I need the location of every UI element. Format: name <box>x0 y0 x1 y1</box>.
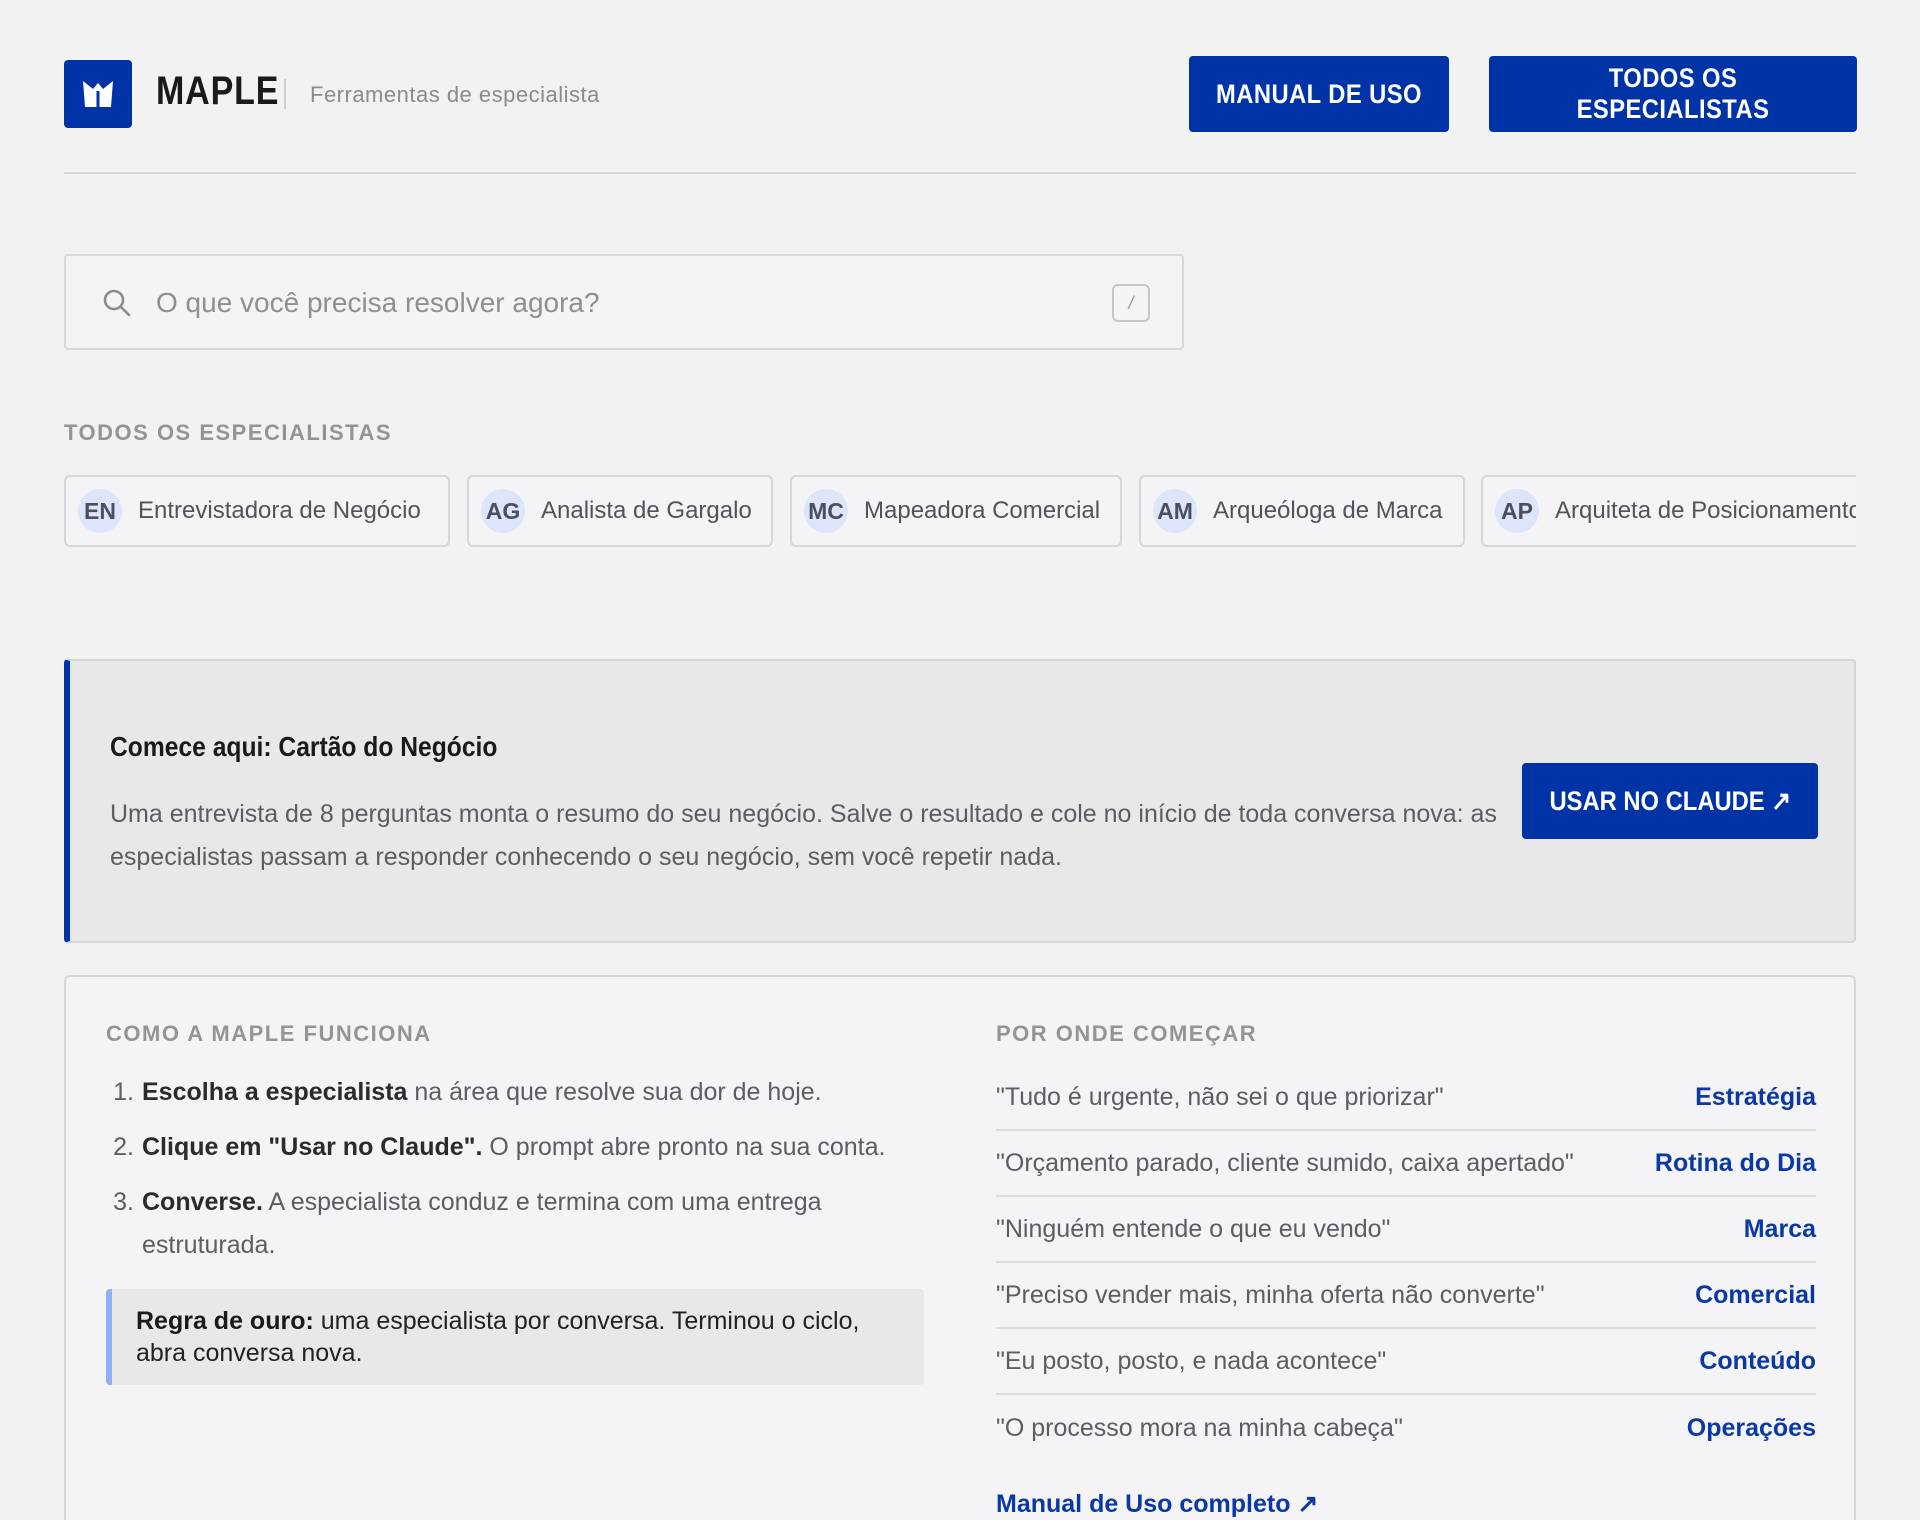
brand-divider <box>284 79 286 109</box>
start-card-title: Comece aqui: Cartão do Negócio <box>110 731 498 762</box>
manual-button-label: MANUAL DE USO <box>1216 78 1422 109</box>
problem-quote: "Tudo é urgente, não sei o que priorizar… <box>996 1082 1444 1111</box>
step-number: 2. <box>113 1133 134 1161</box>
use-in-claude-button[interactable]: USAR NO CLAUDE ↗ <box>1522 763 1818 839</box>
use-in-claude-label: USAR NO CLAUDE ↗ <box>1549 785 1791 816</box>
search-shortcut-key: / <box>1112 284 1150 322</box>
specialist-chip[interactable]: AG Analista de Gargalo <box>467 475 773 547</box>
step-item: 2. Clique em "Usar no Claude". O prompt … <box>106 1126 886 1169</box>
specialist-avatar: AM <box>1153 489 1197 533</box>
problem-row[interactable]: "Tudo é urgente, não sei o que priorizar… <box>996 1065 1816 1131</box>
specialist-name: Arqueóloga de Marca <box>1213 497 1443 524</box>
start-card: Comece aqui: Cartão do Negócio Uma entre… <box>64 659 1856 943</box>
specialist-avatar: MC <box>804 489 848 533</box>
specialist-chip[interactable]: AP Arquiteta de Posicionamento <box>1481 475 1856 547</box>
full-manual-link[interactable]: Manual de Uso completo ↗ <box>996 1489 1318 1519</box>
specialist-name: Entrevistadora de Negócio <box>138 497 421 524</box>
step-text: Clique em "Usar no Claude". O prompt abr… <box>142 1133 886 1161</box>
manual-button[interactable]: MANUAL DE USO <box>1189 56 1449 132</box>
problem-area-link[interactable]: Operações <box>1687 1414 1816 1443</box>
how-it-works-label: COMO A MAPLE FUNCIONA <box>106 1021 432 1046</box>
header: MAPLE Ferramentas de especialista MANUAL… <box>64 55 1857 133</box>
specialist-name: Arquiteta de Posicionamento <box>1555 497 1856 524</box>
specialist-name: Analista de Gargalo <box>541 497 752 524</box>
all-specialists-button[interactable]: TODOS OS ESPECIALISTAS <box>1489 56 1857 132</box>
specialist-avatar: AP <box>1495 489 1539 533</box>
problem-quote: "Orçamento parado, cliente sumido, caixa… <box>996 1148 1574 1177</box>
step-text: Escolha a especialista na área que resol… <box>142 1078 822 1106</box>
steps-list: 1. Escolha a especialista na área que re… <box>106 1071 886 1279</box>
problem-row[interactable]: "Orçamento parado, cliente sumido, caixa… <box>996 1131 1816 1197</box>
where-to-start-list: "Tudo é urgente, não sei o que priorizar… <box>996 1065 1816 1461</box>
golden-rule-title: Regra de ouro: <box>136 1307 314 1335</box>
problem-row[interactable]: "Eu posto, posto, e nada acontece" Conte… <box>996 1329 1816 1395</box>
problem-area-link[interactable]: Marca <box>1744 1215 1816 1244</box>
info-panel: COMO A MAPLE FUNCIONA 1. Escolha a espec… <box>64 975 1856 1520</box>
specialist-chip[interactable]: MC Mapeadora Comercial <box>790 475 1122 547</box>
problem-area-link[interactable]: Comercial <box>1695 1281 1816 1310</box>
brand-tagline: Ferramentas de especialista <box>310 82 600 107</box>
start-card-description: Uma entrevista de 8 perguntas monta o re… <box>110 800 1497 871</box>
maple-logo-icon[interactable] <box>64 60 132 128</box>
brand-name: MAPLE <box>156 69 280 113</box>
search-input[interactable] <box>156 276 1056 330</box>
step-text: Converse. A especialista conduz e termin… <box>142 1188 822 1259</box>
problem-quote: "Preciso vender mais, minha oferta não c… <box>996 1280 1545 1309</box>
problem-row[interactable]: "O processo mora na minha cabeça" Operaç… <box>996 1395 1816 1461</box>
step-number: 1. <box>113 1078 134 1106</box>
specialist-chip[interactable]: EN Entrevistadora de Negócio <box>64 475 450 547</box>
problem-quote: "Ninguém entende o que eu vendo" <box>996 1214 1391 1243</box>
golden-rule-callout: Regra de ouro: uma especialista por conv… <box>106 1289 924 1385</box>
specialist-avatar: AG <box>481 489 525 533</box>
specialist-name: Mapeadora Comercial <box>864 497 1101 524</box>
all-specialists-button-label: TODOS OS ESPECIALISTAS <box>1576 63 1770 124</box>
step-number: 3. <box>113 1188 134 1216</box>
header-divider <box>64 172 1856 174</box>
problem-quote: "Eu posto, posto, e nada acontece" <box>996 1346 1387 1375</box>
problem-area-link[interactable]: Estratégia <box>1695 1083 1816 1112</box>
where-to-start-label: POR ONDE COMEÇAR <box>996 1021 1258 1046</box>
search-box[interactable]: / <box>64 254 1184 350</box>
problem-row[interactable]: "Ninguém entende o que eu vendo" Marca <box>996 1197 1816 1263</box>
problem-area-link[interactable]: Conteúdo <box>1699 1347 1816 1376</box>
specialists-list: EN Entrevistadora de Negócio AG Analista… <box>64 475 1856 547</box>
problem-quote: "O processo mora na minha cabeça" <box>996 1413 1403 1442</box>
step-item: 1. Escolha a especialista na área que re… <box>106 1071 886 1114</box>
specialist-avatar: EN <box>78 489 122 533</box>
problem-area-link[interactable]: Rotina do Dia <box>1655 1149 1816 1178</box>
problem-row[interactable]: "Preciso vender mais, minha oferta não c… <box>996 1263 1816 1329</box>
specialists-section-label: TODOS OS ESPECIALISTAS <box>64 420 393 445</box>
search-icon <box>103 289 131 317</box>
step-item: 3. Converse. A especialista conduz e ter… <box>106 1181 886 1267</box>
specialist-chip[interactable]: AM Arqueóloga de Marca <box>1139 475 1465 547</box>
